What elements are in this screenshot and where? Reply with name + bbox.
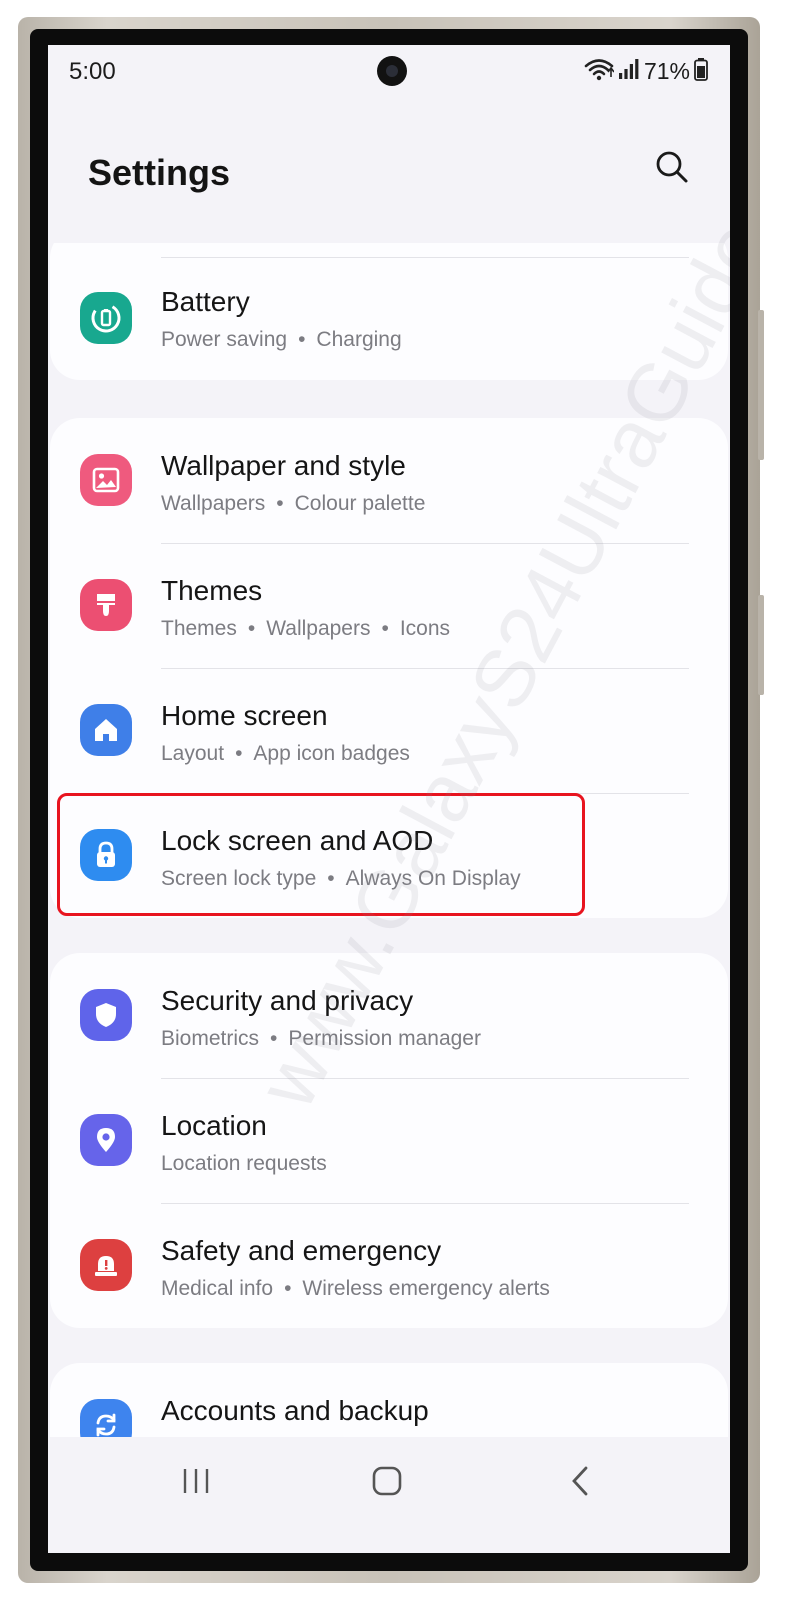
- home-button[interactable]: [357, 1453, 417, 1513]
- search-button[interactable]: [652, 149, 692, 189]
- setting-security-and-privacy[interactable]: Security and privacy Biometrics • Permissi…: [50, 953, 728, 1078]
- battery-icon: [694, 57, 708, 86]
- volume-button: [758, 310, 764, 460]
- status-time: 5:00: [69, 58, 116, 85]
- back-button[interactable]: [550, 1453, 610, 1513]
- recents-icon: [181, 1466, 211, 1501]
- setting-battery[interactable]: Battery Power saving • Charging: [50, 258, 728, 380]
- status-icons: 71%: [584, 57, 708, 85]
- battery-percent: 71%: [643, 57, 690, 84]
- setting-safety-and-emergency[interactable]: Safety and emergency Medical info • Wirele…: [50, 1203, 728, 1328]
- battery-ring-icon: [80, 292, 132, 344]
- settings-group-3: Security and privacy Biometrics • Permissi…: [50, 953, 728, 1328]
- paintbrush-icon: [80, 579, 132, 631]
- front-camera: [377, 56, 407, 86]
- wifi-icon: [584, 57, 615, 86]
- row-subtitle: Wallpapers • Colour palette: [161, 492, 426, 515]
- home-icon: [80, 704, 132, 756]
- settings-group-1: Battery Power saving • Charging: [50, 228, 728, 380]
- navigation-bar: [48, 1437, 730, 1553]
- row-subtitle: Themes • Wallpapers • Icons: [161, 617, 451, 640]
- row-subtitle: Biometrics • Permission manager: [161, 1027, 481, 1050]
- shield-icon: [80, 989, 132, 1041]
- row-title: Security and privacy: [161, 985, 414, 1016]
- row-title: Battery: [161, 286, 250, 317]
- signal-icon: [618, 58, 640, 85]
- image-icon: [80, 454, 132, 506]
- setting-wallpaper-and-style[interactable]: Wallpaper and style Wallpapers • Colour pa…: [50, 418, 728, 543]
- row-title: Themes: [161, 575, 263, 606]
- row-title: Safety and emergency: [161, 1235, 442, 1266]
- setting-location[interactable]: Location Location requests: [50, 1078, 728, 1203]
- row-title: Home screen: [161, 700, 328, 731]
- setting-themes[interactable]: Themes Themes • Wallpapers • Icons: [50, 543, 728, 668]
- scroll-fade: [48, 227, 730, 243]
- row-subtitle: Layout • App icon badges: [161, 742, 410, 765]
- row-subtitle: Medical info • Wireless emergency alerts: [161, 1277, 550, 1300]
- row-subtitle: Location requests: [161, 1152, 327, 1175]
- screen: 5:00 71% Settings Battery Power saving •…: [48, 45, 730, 1553]
- row-subtitle: Power saving • Charging: [161, 328, 402, 351]
- row-title: Accounts and backup: [161, 1395, 429, 1426]
- siren-icon: [80, 1239, 132, 1291]
- row-title: Wallpaper and style: [161, 450, 406, 481]
- status-bar: 5:00 71%: [48, 45, 730, 103]
- search-icon: [655, 150, 689, 189]
- location-pin-icon: [80, 1114, 132, 1166]
- back-icon: [568, 1465, 592, 1502]
- highlight-box: [57, 793, 585, 916]
- page-title: Settings: [88, 152, 231, 193]
- recents-button[interactable]: [166, 1453, 226, 1513]
- setting-home-screen[interactable]: Home screen Layout • App icon badges: [50, 668, 728, 793]
- row-title: Location: [161, 1110, 267, 1141]
- power-button: [758, 595, 764, 695]
- home-button-icon: [371, 1465, 403, 1502]
